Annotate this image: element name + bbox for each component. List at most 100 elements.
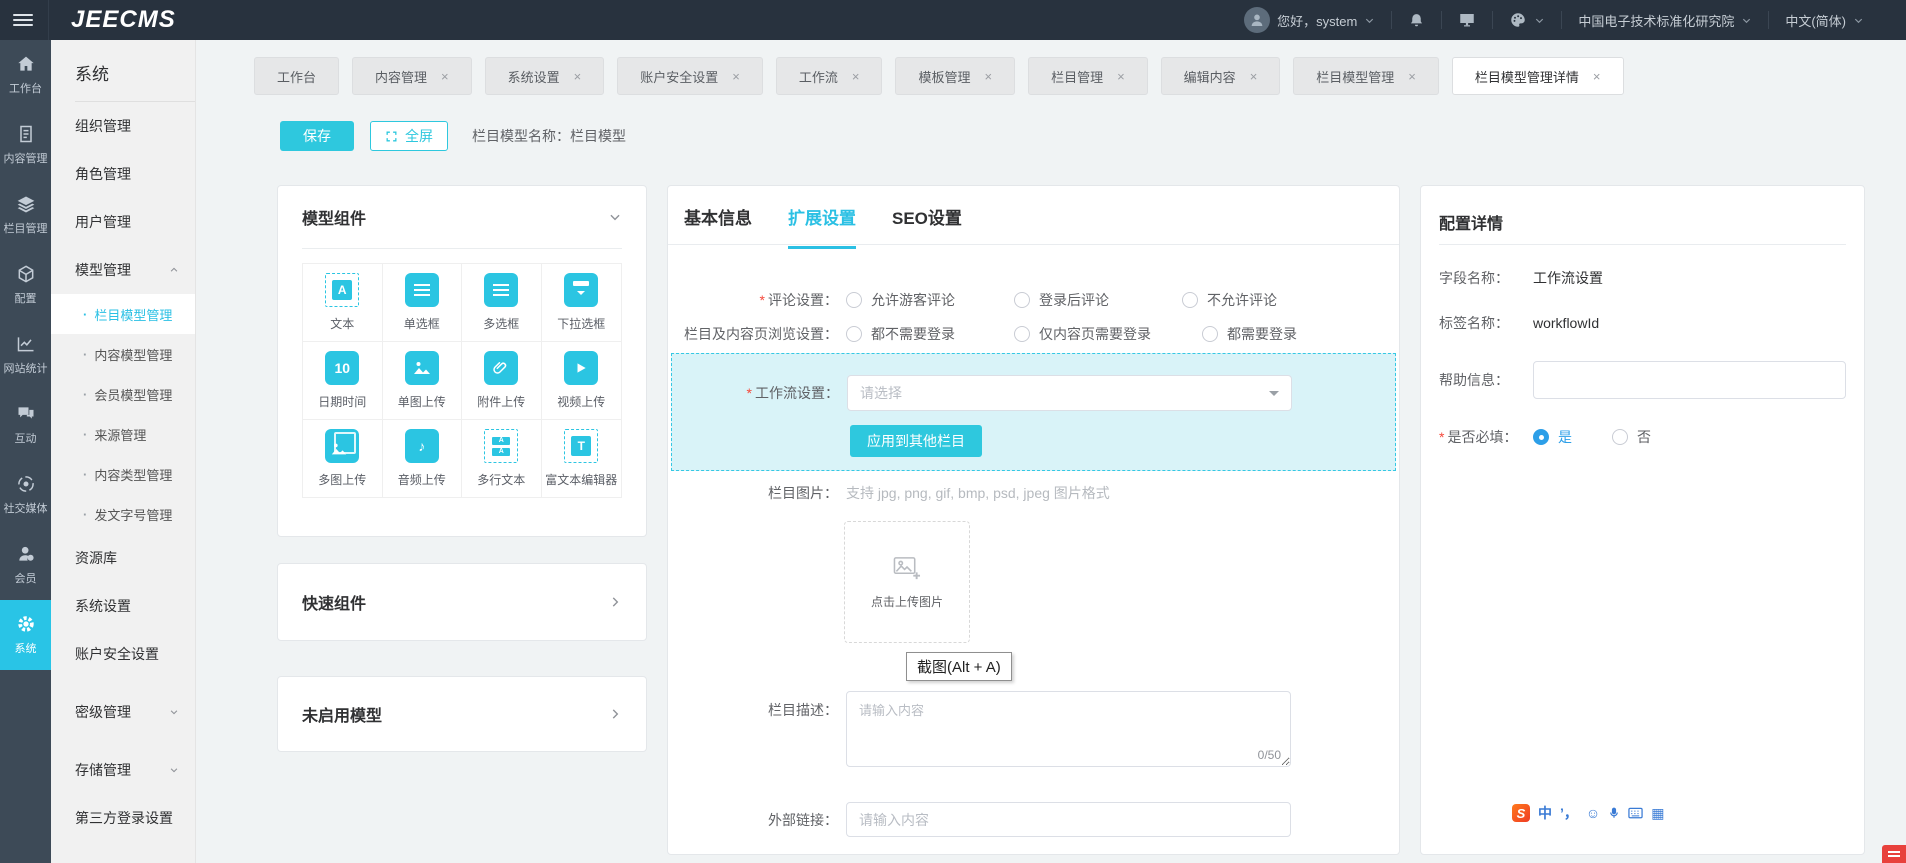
menu-item-user[interactable]: 用户管理 — [51, 198, 195, 246]
radio-checked-icon[interactable] — [1533, 429, 1549, 445]
sidebar-item-statistics[interactable]: 网站统计 — [0, 320, 51, 390]
menu-item-storage[interactable]: 存储管理 — [51, 746, 195, 794]
user-menu[interactable]: 您好，system — [1228, 0, 1391, 40]
radio-all-login-required[interactable]: 都需要登录 — [1202, 324, 1362, 344]
close-icon[interactable]: × — [574, 69, 582, 84]
component-richtext[interactable]: T 富文本编辑器 — [542, 420, 622, 497]
radio-icon[interactable] — [1202, 326, 1218, 342]
tab-template-mgmt[interactable]: 模板管理× — [895, 57, 1015, 95]
ime-language-icon[interactable]: 中 — [1538, 803, 1552, 823]
apply-to-other-columns-button[interactable]: 应用到其他栏目 — [850, 425, 982, 457]
workflow-field-highlight[interactable]: *工作流设置： 请选择 应用到其他栏目 — [671, 353, 1396, 471]
component-text[interactable]: A 文本 — [303, 264, 383, 342]
radio-required-yes[interactable]: 是 — [1533, 427, 1572, 447]
radio-icon[interactable] — [1182, 292, 1198, 308]
radio-content-login-required[interactable]: 仅内容页需要登录 — [1014, 324, 1194, 344]
tab-workflow[interactable]: 工作流× — [776, 57, 883, 95]
menu-item-doc-number[interactable]: 发文字号管理 — [51, 494, 195, 534]
ime-microphone-icon[interactable] — [1608, 806, 1620, 820]
menu-item-system-settings[interactable]: 系统设置 — [51, 582, 195, 630]
menu-item-column-model[interactable]: 栏目模型管理 — [51, 294, 195, 334]
radio-icon[interactable] — [1612, 429, 1628, 445]
menu-item-source[interactable]: 来源管理 — [51, 414, 195, 454]
menu-item-account-security[interactable]: 账户安全设置 — [51, 630, 195, 678]
menu-item-model[interactable]: 模型管理 — [51, 246, 195, 294]
chevron-right-icon[interactable] — [608, 595, 622, 609]
theme-button[interactable] — [1493, 0, 1561, 40]
menu-item-third-party-login[interactable]: 第三方登录设置 — [51, 794, 195, 842]
close-icon[interactable]: × — [441, 69, 449, 84]
close-icon[interactable]: × — [732, 69, 740, 84]
sogou-logo-icon[interactable]: S — [1512, 804, 1530, 822]
tab-column-mgmt[interactable]: 栏目管理× — [1028, 57, 1148, 95]
component-multi-image[interactable]: 多图上传 — [303, 420, 383, 497]
menu-item-secrecy[interactable]: 密级管理 — [51, 688, 195, 736]
radio-icon[interactable] — [1014, 326, 1030, 342]
unused-models-panel[interactable]: 未启用模型 — [277, 676, 647, 752]
notifications-button[interactable] — [1392, 0, 1441, 40]
quick-components-panel[interactable]: 快速组件 — [277, 563, 647, 641]
display-button[interactable] — [1442, 0, 1492, 40]
component-single-image[interactable]: 单图上传 — [383, 342, 463, 420]
ime-punctuation-icon[interactable]: ’， — [1560, 803, 1578, 823]
help-info-input[interactable] — [1533, 361, 1846, 399]
external-link-input[interactable] — [846, 802, 1291, 837]
component-video[interactable]: 视频上传 — [542, 342, 622, 420]
sidebar-item-social[interactable]: 社交媒体 — [0, 460, 51, 530]
ime-toolbox-icon[interactable]: ▦ — [1651, 805, 1664, 822]
chevron-right-icon[interactable] — [608, 707, 622, 721]
fullscreen-button[interactable]: 全屏 — [370, 121, 448, 151]
radio-icon[interactable] — [1014, 292, 1030, 308]
site-selector[interactable]: 中国电子技术标准化研究院 — [1562, 0, 1768, 40]
sidebar-item-members[interactable]: 会员 — [0, 530, 51, 600]
tab-account-security[interactable]: 账户安全设置× — [617, 57, 763, 95]
close-icon[interactable]: × — [1117, 69, 1125, 84]
sidebar-item-system[interactable]: 系统 — [0, 600, 51, 670]
tab-system-settings[interactable]: 系统设置× — [485, 57, 605, 95]
sidebar-item-config[interactable]: 配置 — [0, 250, 51, 320]
component-dropdown[interactable]: 下拉选框 — [542, 264, 622, 342]
menu-item-resources[interactable]: 资源库 — [51, 534, 195, 582]
column-description-textarea[interactable] — [846, 691, 1291, 767]
menu-item-member-model[interactable]: 会员模型管理 — [51, 374, 195, 414]
language-selector[interactable]: 中文(简体) — [1769, 0, 1880, 40]
component-audio[interactable]: ♪ 音频上传 — [383, 420, 463, 497]
sidebar-item-workbench[interactable]: 工作台 — [0, 40, 51, 110]
radio-login-comment[interactable]: 登录后评论 — [1014, 290, 1174, 310]
radio-no-login-required[interactable]: 都不需要登录 — [846, 324, 1006, 344]
radio-icon[interactable] — [846, 326, 862, 342]
tab-edit-content[interactable]: 编辑内容× — [1161, 57, 1281, 95]
menu-item-role[interactable]: 角色管理 — [51, 150, 195, 198]
sidebar-item-interaction[interactable]: 互动 — [0, 390, 51, 460]
tab-column-model-detail[interactable]: 栏目模型管理详情× — [1452, 57, 1624, 95]
corner-badge[interactable] — [1882, 845, 1906, 863]
save-button[interactable]: 保存 — [280, 121, 354, 151]
sidebar-item-content[interactable]: 内容管理 — [0, 110, 51, 180]
tab-workbench[interactable]: 工作台 — [254, 57, 339, 95]
menu-item-content-model[interactable]: 内容模型管理 — [51, 334, 195, 374]
tab-basic-info[interactable]: 基本信息 — [684, 204, 752, 249]
close-icon[interactable]: × — [1408, 69, 1416, 84]
close-icon[interactable]: × — [852, 69, 860, 84]
component-datetime[interactable]: 10 日期时间 — [303, 342, 383, 420]
radio-icon[interactable] — [846, 292, 862, 308]
close-icon[interactable]: × — [984, 69, 992, 84]
radio-allow-guest-comment[interactable]: 允许游客评论 — [846, 290, 1006, 310]
close-icon[interactable]: × — [1250, 69, 1258, 84]
sidebar-item-columns[interactable]: 栏目管理 — [0, 180, 51, 250]
tab-seo-settings[interactable]: SEO设置 — [892, 204, 962, 249]
close-icon[interactable]: × — [1593, 69, 1601, 84]
menu-item-org[interactable]: 组织管理 — [51, 102, 195, 150]
component-multiline-text[interactable]: AA 多行文本 — [462, 420, 542, 497]
tab-content-mgmt[interactable]: 内容管理× — [352, 57, 472, 95]
image-upload-dropzone[interactable]: 点击上传图片 — [844, 521, 970, 643]
tab-extended-settings[interactable]: 扩展设置 — [788, 204, 856, 249]
radio-required-no[interactable]: 否 — [1612, 427, 1651, 447]
chevron-down-icon[interactable] — [608, 210, 622, 224]
component-radio[interactable]: 单选框 — [383, 264, 463, 342]
workflow-select[interactable]: 请选择 — [847, 375, 1292, 411]
menu-toggle-icon[interactable] — [13, 11, 33, 29]
tab-column-model-mgmt[interactable]: 栏目模型管理× — [1293, 57, 1439, 95]
ime-keyboard-icon[interactable] — [1628, 807, 1643, 819]
radio-no-comment[interactable]: 不允许评论 — [1182, 290, 1342, 310]
